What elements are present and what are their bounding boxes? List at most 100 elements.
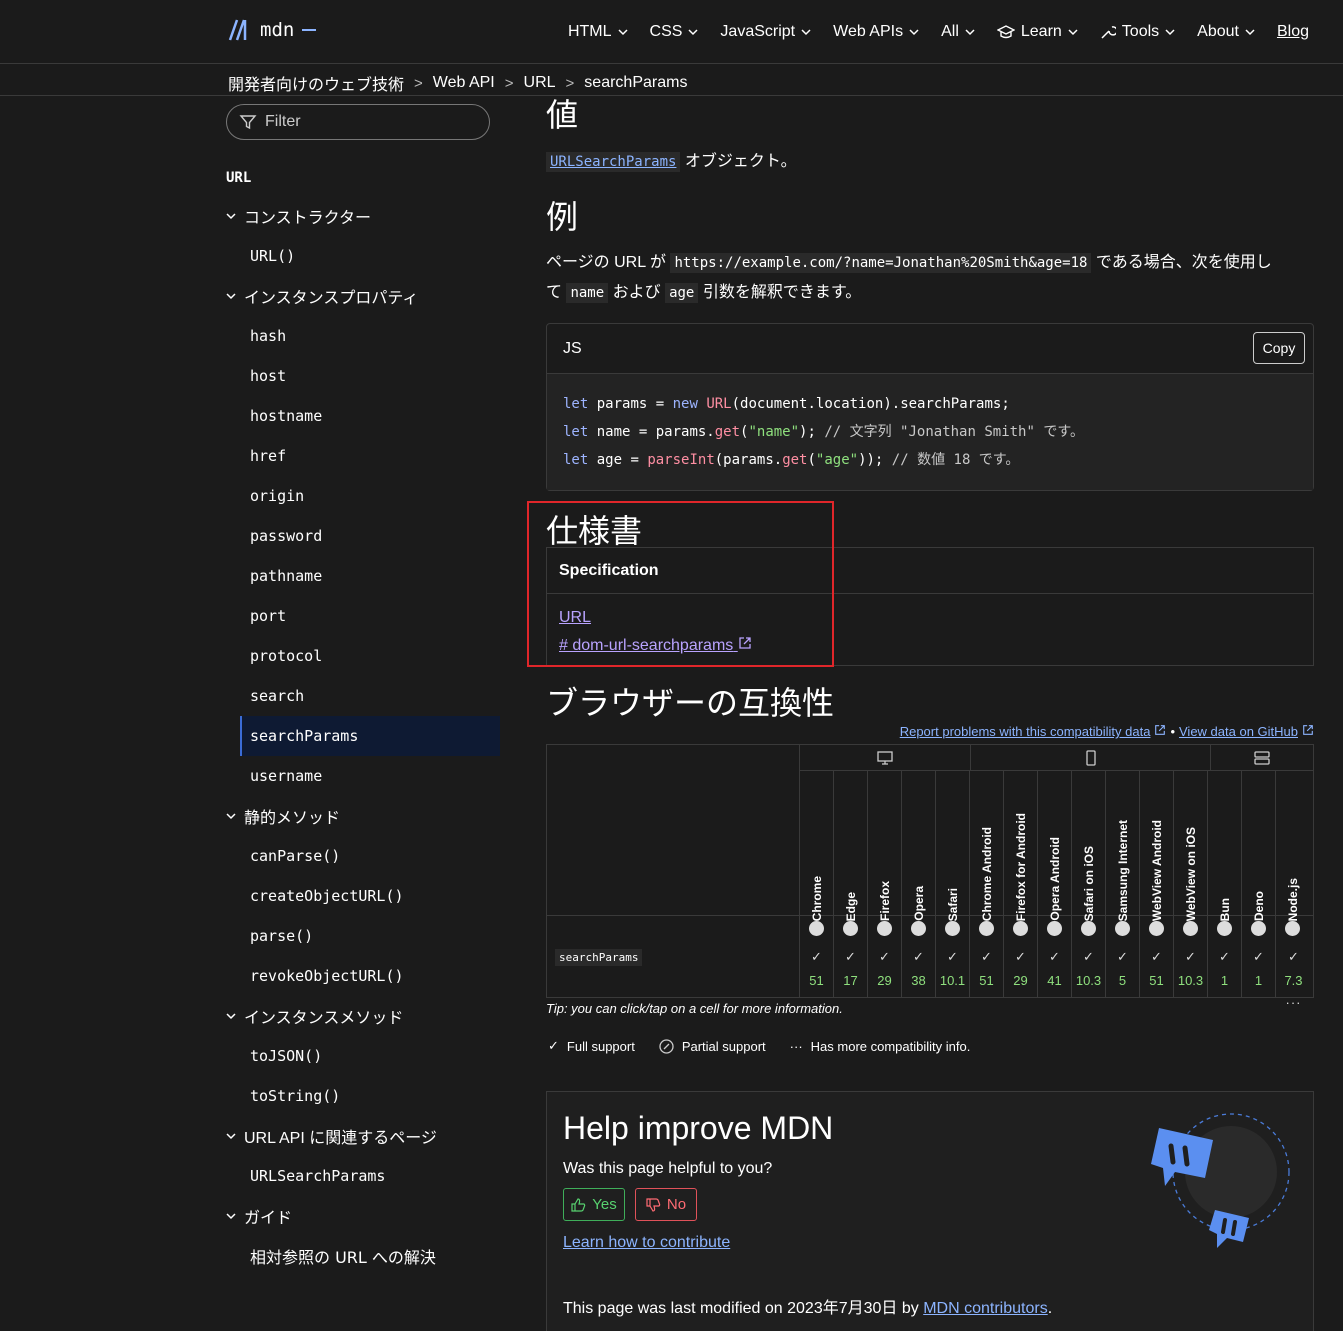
check-icon: ✓: [1151, 949, 1162, 964]
ellipsis-icon: ···: [1285, 995, 1302, 1010]
sidebar-item-hostname[interactable]: hostname: [224, 396, 500, 436]
sidebar-group-instance-methods[interactable]: インスタンスメソッド: [224, 996, 500, 1036]
sidebar-item-tojson[interactable]: toJSON(): [224, 1036, 500, 1076]
value-paragraph: URLSearchParams オブジェクト。: [546, 147, 797, 177]
support-version: 29: [1013, 973, 1028, 988]
compat-column-bun[interactable]: Bun ✓ 1: [1208, 771, 1242, 997]
sidebar-group-instance-properties[interactable]: インスタンスプロパティ: [224, 276, 500, 316]
sidebar-item-host[interactable]: host: [224, 356, 500, 396]
sidebar-item-pathname[interactable]: pathname: [224, 556, 500, 596]
compat-links: Report problems with this compatibility …: [900, 724, 1314, 739]
yes-button[interactable]: Yes: [563, 1188, 625, 1221]
graduation-cap-icon: [996, 25, 1015, 39]
sidebar-group-static-methods[interactable]: 静的メソッド: [224, 796, 500, 836]
check-icon: ✓: [1253, 949, 1264, 964]
support-version: 10.3: [1177, 973, 1204, 988]
compat-column-opera[interactable]: Opera ✓ 38: [902, 771, 936, 997]
nav-all[interactable]: All: [941, 23, 975, 41]
sidebar-item-url-constructor[interactable]: URL(): [224, 236, 500, 276]
sidebar-item-hash[interactable]: hash: [224, 316, 500, 356]
chevron-down-icon: [226, 213, 236, 220]
sidebar-item-urlsearchparams[interactable]: URLSearchParams: [224, 1156, 500, 1196]
sidebar-group-constructors[interactable]: コンストラクター: [224, 196, 500, 236]
nav-css[interactable]: CSS: [650, 23, 699, 41]
sidebar-item-protocol[interactable]: protocol: [224, 636, 500, 676]
sidebar-item-href[interactable]: href: [224, 436, 500, 476]
mdn-logo[interactable]: mdn: [228, 18, 317, 42]
breadcrumb-item[interactable]: searchParams: [584, 74, 687, 92]
support-version: 7.3: [1284, 973, 1303, 988]
browser-name: Deno: [1252, 891, 1266, 921]
sidebar-item-search[interactable]: search: [224, 676, 500, 716]
sidebar-item-searchparams-active[interactable]: searchParams: [240, 716, 500, 756]
help-question: Was this page helpful to you?: [563, 1160, 773, 1177]
browser-name: Safari on iOS: [1082, 845, 1096, 921]
sidebar-item-revokeobjecturl[interactable]: revokeObjectURL(): [224, 956, 500, 996]
browser-logo-icon: [1013, 921, 1028, 936]
compat-column-deno[interactable]: Deno ✓ 1: [1242, 771, 1276, 997]
breadcrumb-item[interactable]: Web API: [433, 74, 495, 92]
sidebar-item-port[interactable]: port: [224, 596, 500, 636]
browser-name: Safari: [946, 887, 960, 921]
copy-button[interactable]: Copy: [1253, 332, 1305, 364]
chevron-down-icon: [1068, 29, 1078, 36]
last-modified: This page was last modified on 2023年7月30…: [563, 1300, 1053, 1317]
check-icon: ✓: [947, 949, 958, 964]
breadcrumb-item[interactable]: 開発者向けのウェブ技術: [228, 71, 404, 95]
mobile-group-header: [971, 745, 1211, 771]
nav-web-apis[interactable]: Web APIs: [833, 23, 919, 41]
chevron-down-icon: [801, 29, 811, 36]
nav-blog[interactable]: Blog: [1277, 23, 1309, 41]
compat-column-opera-android[interactable]: Opera Android ✓ 41: [1038, 771, 1072, 997]
sidebar-item-resolving-relative-urls[interactable]: 相対参照の URL への解決: [224, 1236, 500, 1276]
compat-feature-column: searchParams: [547, 745, 800, 997]
compat-column-chrome[interactable]: Chrome ✓ 51: [800, 771, 834, 997]
urlsearchparams-link[interactable]: URLSearchParams: [546, 152, 681, 172]
chevron-down-icon: [1165, 29, 1175, 36]
sidebar-item-tostring[interactable]: toString(): [224, 1076, 500, 1116]
legend-more-info: ··· Has more compatibility info.: [789, 1038, 971, 1054]
sidebar-item-parse[interactable]: parse(): [224, 916, 500, 956]
sidebar-group-guides[interactable]: ガイド: [224, 1196, 500, 1236]
compat-column-safari-on-ios[interactable]: Safari on iOS ✓ 10.3: [1072, 771, 1106, 997]
compat-column-safari[interactable]: Safari ✓ 10.1: [936, 771, 970, 997]
compat-column-webview-android[interactable]: WebView Android ✓ 51: [1140, 771, 1174, 997]
mdn-contributors-link[interactable]: MDN contributors: [923, 1300, 1047, 1317]
compat-column-node-js[interactable]: Node.js ✓ 7.3 ···: [1276, 771, 1311, 1010]
report-problems-link[interactable]: Report problems with this compatibility …: [900, 724, 1151, 739]
browser-logo-icon: [1217, 921, 1232, 936]
compat-column-chrome-android[interactable]: Chrome Android ✓ 51: [970, 771, 1004, 997]
feedback-illustration-icon: [1151, 1113, 1290, 1248]
browser-name: Firefox for Android: [1014, 812, 1028, 921]
sidebar-title[interactable]: URL: [224, 160, 500, 196]
sidebar-item-username[interactable]: username: [224, 756, 500, 796]
feature-searchparams[interactable]: searchParams: [555, 949, 643, 966]
sidebar-group-related-pages[interactable]: URL API に関連するページ: [224, 1116, 500, 1156]
compat-column-firefox[interactable]: Firefox ✓ 29: [868, 771, 902, 997]
browser-logo-icon: [809, 921, 824, 936]
compat-column-samsung-internet[interactable]: Samsung Internet ✓ 5: [1106, 771, 1140, 997]
sidebar-item-origin[interactable]: origin: [224, 476, 500, 516]
compat-column-firefox-for-android[interactable]: Firefox for Android ✓ 29: [1004, 771, 1038, 997]
compat-column-edge[interactable]: Edge ✓ 17: [834, 771, 868, 997]
nav-javascript[interactable]: JavaScript: [720, 23, 811, 41]
desktop-icon: [877, 750, 893, 765]
sidebar-item-createobjecturl[interactable]: createObjectURL(): [224, 876, 500, 916]
browser-logo-icon: [1081, 921, 1096, 936]
nav-html[interactable]: HTML: [568, 23, 628, 41]
github-link[interactable]: View data on GitHub: [1179, 724, 1298, 739]
nav-about[interactable]: About: [1197, 23, 1255, 41]
compat-column-webview-on-ios[interactable]: WebView on iOS ✓ 10.3: [1174, 771, 1208, 997]
sidebar-item-password[interactable]: password: [224, 516, 500, 556]
nav-learn[interactable]: Learn: [996, 23, 1078, 41]
nav-tools[interactable]: Tools: [1100, 23, 1175, 41]
learn-contribute-link[interactable]: Learn how to contribute: [563, 1234, 730, 1252]
age-code: age: [665, 283, 699, 303]
example-heading: 例: [546, 199, 579, 235]
browser-logo-icon: [1285, 921, 1300, 936]
no-button[interactable]: No: [635, 1188, 697, 1221]
sidebar-filter-input[interactable]: Filter: [226, 104, 490, 140]
chevron-down-icon: [226, 813, 236, 820]
sidebar-item-canparse[interactable]: canParse(): [224, 836, 500, 876]
browser-name: Edge: [844, 891, 858, 921]
